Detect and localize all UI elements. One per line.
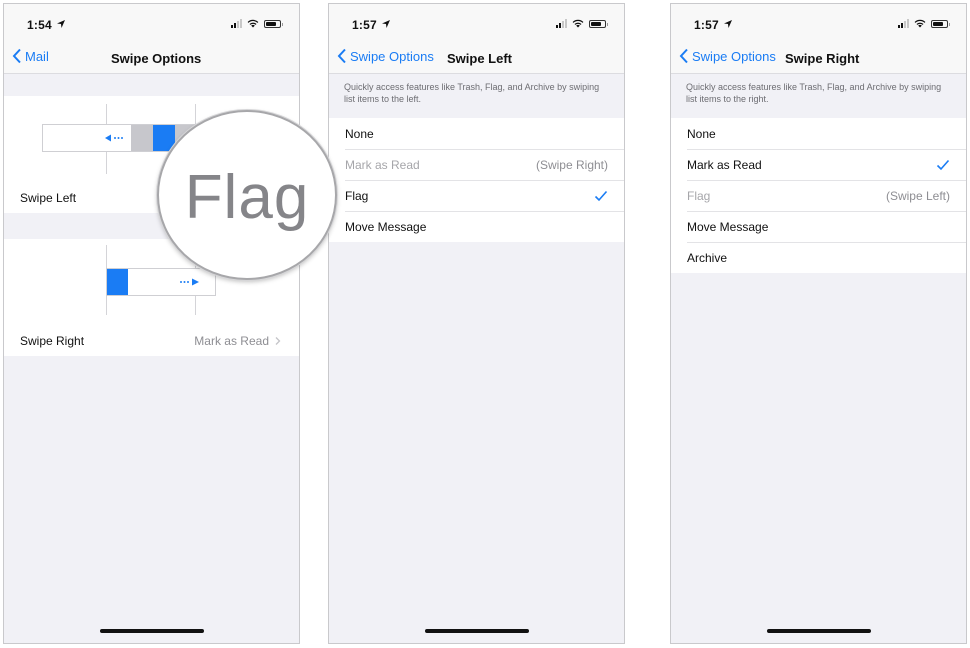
page-title: Swipe Right (785, 51, 860, 66)
battery-icon (931, 19, 950, 28)
swipe-right-value: Mark as Read (194, 333, 269, 348)
status-bar: 1:57 (671, 4, 966, 44)
battery-icon (589, 19, 608, 28)
navigation-bar: Swipe Options Swipe Right (671, 41, 966, 74)
swipe-left-options: None Mark as Read (Swipe Right) Flag Move… (329, 118, 624, 242)
phone-swipe-options: 1:54 Mail Swipe Options Swipe Left Swipe… (3, 3, 300, 644)
back-button[interactable]: Swipe Options (337, 48, 434, 64)
swipe-right-options: None Mark as Read Flag (Swipe Left) Move … (671, 118, 966, 273)
option-note: (Swipe Right) (535, 157, 608, 172)
back-label: Mail (25, 48, 49, 64)
wifi-icon (247, 19, 259, 28)
cellular-signal-icon (231, 19, 242, 28)
checkmark-icon (594, 190, 608, 201)
cellular-signal-icon (898, 19, 909, 28)
status-time: 1:57 (352, 18, 377, 32)
magnifier-callout: Flag (157, 110, 337, 280)
wifi-icon (572, 19, 584, 28)
back-label: Swipe Options (692, 48, 776, 64)
page-title: Swipe Left (447, 51, 513, 66)
cellular-signal-icon (556, 19, 567, 28)
option-flag: Flag (Swipe Left) (671, 180, 966, 211)
option-move-message[interactable]: Move Message (329, 211, 624, 242)
home-indicator (766, 629, 871, 633)
chevron-left-icon (12, 48, 21, 64)
back-label: Swipe Options (350, 48, 434, 64)
chevron-left-icon (337, 48, 346, 64)
section-description: Quickly access features like Trash, Flag… (686, 82, 942, 104)
location-arrow-icon (57, 20, 65, 28)
status-time: 1:54 (27, 18, 52, 32)
option-none[interactable]: None (671, 118, 966, 149)
option-none[interactable]: None (329, 118, 624, 149)
section-description: Quickly access features like Trash, Flag… (344, 82, 600, 104)
back-button[interactable]: Mail (12, 48, 49, 64)
location-arrow-icon (724, 20, 732, 28)
swipe-right-preview (106, 268, 216, 296)
navigation-bar: Swipe Options Swipe Left (329, 41, 624, 74)
page-title: Swipe Options (111, 51, 202, 66)
option-flag[interactable]: Flag (329, 180, 624, 211)
chevron-left-icon (679, 48, 688, 64)
status-time: 1:57 (694, 18, 719, 32)
swipe-left-label: Swipe Left (20, 190, 77, 205)
status-bar: 1:57 (329, 4, 624, 44)
back-button[interactable]: Swipe Options (679, 48, 776, 64)
option-archive[interactable]: Archive (671, 242, 966, 273)
phone-swipe-right: 1:57 Swipe Options Swipe Right Quickly a… (670, 3, 967, 644)
location-arrow-icon (382, 20, 390, 28)
option-note: (Swipe Left) (885, 188, 950, 203)
wifi-icon (914, 19, 926, 28)
home-indicator (424, 629, 529, 633)
arrow-left-icon (105, 134, 123, 142)
checkmark-icon (936, 159, 950, 170)
battery-icon (264, 19, 283, 28)
option-mark-as-read: Mark as Read (Swipe Right) (329, 149, 624, 180)
swipe-right-label: Swipe Right (20, 333, 85, 348)
magnified-flag-text: Flag (184, 163, 310, 232)
swipe-right-row[interactable]: Swipe Right Mark as Read (4, 325, 299, 356)
option-mark-as-read[interactable]: Mark as Read (671, 149, 966, 180)
arrow-right-icon (180, 278, 199, 286)
home-indicator (99, 629, 204, 633)
option-move-message[interactable]: Move Message (671, 211, 966, 242)
status-bar: 1:54 (4, 4, 299, 44)
navigation-bar: Mail Swipe Options (4, 41, 299, 74)
chevron-right-icon (275, 336, 281, 345)
phone-swipe-left: 1:57 Swipe Options Swipe Left Quickly ac… (328, 3, 625, 644)
